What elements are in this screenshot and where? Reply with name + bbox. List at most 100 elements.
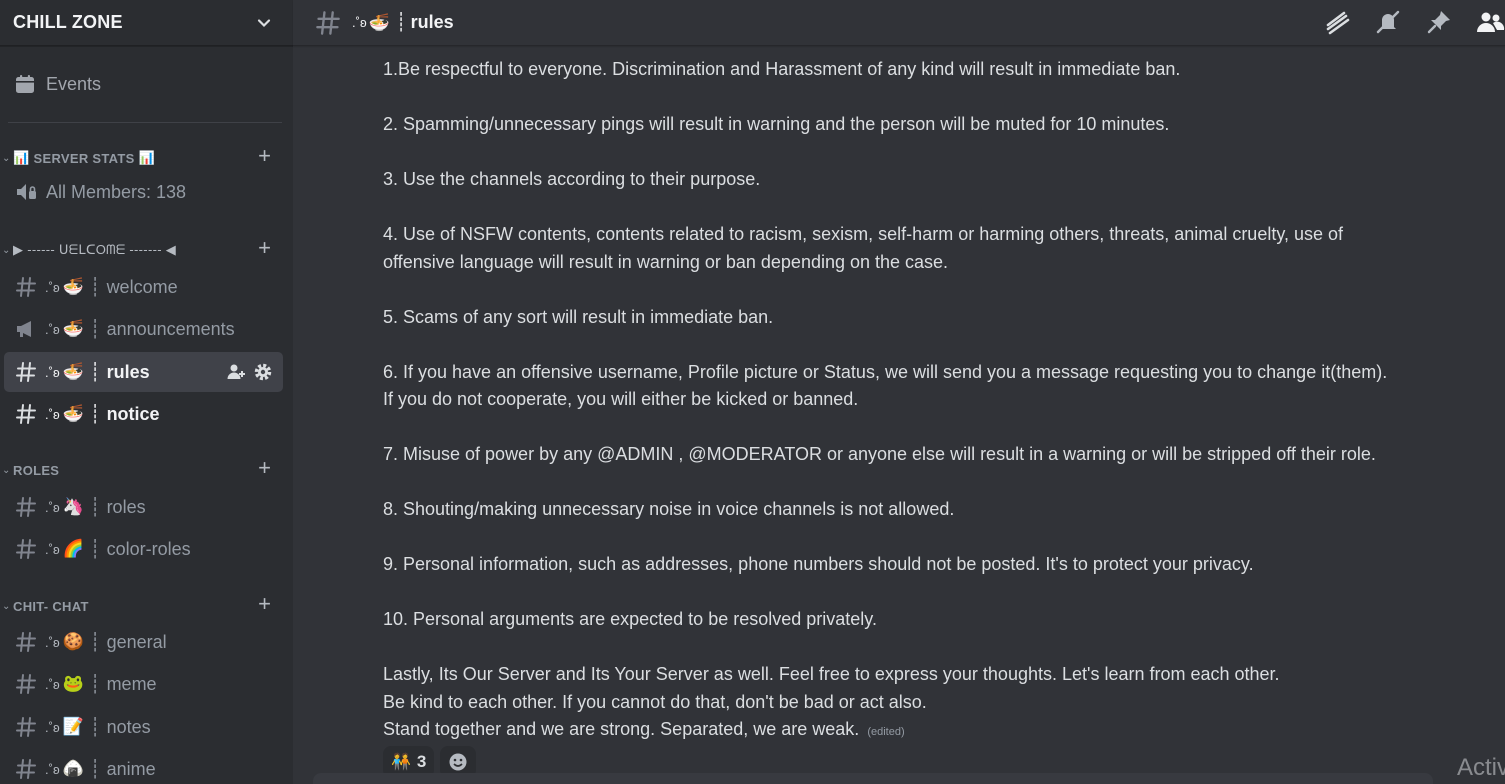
noodle-emoji-icon: 🍜 — [62, 319, 84, 338]
message-blank-line — [383, 469, 1483, 497]
add-channel-button[interactable]: + — [258, 457, 271, 479]
invite-user-icon[interactable] — [226, 362, 246, 382]
hashtag-icon — [16, 717, 36, 737]
category-welcome[interactable]: ⌄ ▶ ------ ᑌᗴᒪᑕOᗰᗴ ------- ◀ + — [0, 237, 283, 260]
noodle-emoji-icon: 🍜 — [368, 12, 390, 32]
bell-muted-icon[interactable] — [1373, 7, 1403, 37]
message-blank-line — [383, 139, 1483, 167]
speaker-locked-icon — [17, 184, 36, 200]
channel-separator: ┊ — [89, 361, 101, 382]
message-line: 2. Spamming/unnecessary pings will resul… — [383, 114, 1170, 134]
category-server-stats[interactable]: ⌄ 📊 SERVER STATS 📊 + — [0, 145, 283, 168]
channel-separator: ┊ — [89, 758, 101, 779]
server-name: CHILL ZONE — [13, 12, 123, 32]
hashtag-icon — [16, 362, 36, 382]
chevron-down-icon — [257, 18, 271, 27]
pin-icon[interactable] — [1424, 7, 1454, 37]
message-blank-line — [383, 276, 1483, 304]
channel-prefix: .˚ʚ — [45, 676, 60, 692]
activate-windows-watermark: Activ — [1457, 754, 1505, 781]
channel-separator: ┊ — [89, 276, 101, 297]
channel-name: rules — [106, 361, 150, 382]
message-blank-line — [383, 414, 1483, 442]
channel-prefix: .˚ʚ — [45, 761, 60, 777]
channel-roles[interactable]: .˚ʚ 🦄 ┊ roles — [4, 487, 283, 527]
message-line: 6. If you have an offensive username, Pr… — [383, 361, 1388, 382]
hashtag-icon — [16, 539, 36, 559]
message-blank-line — [383, 579, 1483, 607]
channel-notice[interactable]: .˚ʚ 🍜 ┊ notice — [4, 394, 283, 434]
unicorn-emoji-icon: 🦄 — [62, 497, 84, 516]
channel-name: welcome — [106, 276, 178, 297]
category-chit-chat[interactable]: ⌄ CHIT- CHAT + — [0, 593, 283, 616]
channel-name: announcements — [106, 318, 235, 339]
message-line: 3. Use the channels according to their p… — [383, 169, 761, 189]
channel-prefix: .˚ʚ — [45, 634, 60, 650]
events-link[interactable]: Events — [14, 73, 101, 95]
channel-general[interactable]: .˚ʚ 🍪 ┊ general — [4, 622, 283, 662]
server-header[interactable]: CHILL ZONE — [0, 0, 293, 46]
message-blank-line — [383, 84, 1483, 112]
chevron-down-icon: ⌄ — [2, 244, 11, 256]
message-blank-line — [383, 331, 1483, 359]
channel-prefix: .˚ʚ — [45, 279, 60, 295]
frog-emoji-icon: 🐸 — [62, 674, 84, 693]
smiley-icon — [449, 753, 467, 771]
hashtag-icon — [16, 497, 36, 517]
channel-prefix: .˚ʚ — [45, 406, 60, 422]
hashtag-icon — [316, 10, 340, 35]
channel-prefix: .˚ʚ — [45, 364, 60, 380]
rainbow-emoji-icon: 🌈 — [62, 539, 84, 558]
message-input[interactable] — [313, 773, 1433, 784]
channel-color-roles[interactable]: .˚ʚ 🌈 ┊ color-roles — [4, 529, 283, 569]
message-line: offensive language will result in warnin… — [383, 251, 949, 272]
reaction-count: 3 — [416, 752, 427, 771]
channel-name: notes — [106, 716, 151, 737]
channel-prefix: .˚ʚ — [45, 499, 60, 515]
category-roles[interactable]: ⌄ ROLES + — [0, 457, 283, 480]
category-label: ▶ ------ ᑌᗴᒪᑕOᗰᗴ ------- ◀ — [13, 242, 177, 257]
message-line: Be kind to each other. If you cannot do … — [383, 691, 927, 712]
gear-icon[interactable] — [253, 362, 273, 382]
channel-sidebar: CHILL ZONE Events ⌄ 📊 SERVER STATS 📊 + A… — [0, 0, 293, 784]
edited-label: (edited) — [867, 726, 905, 738]
header-separator: ┊ — [395, 12, 407, 32]
channel-anime[interactable]: .˚ʚ 🍙 ┊ anime — [4, 749, 283, 784]
channel-separator: ┊ — [89, 496, 101, 517]
hashtag-icon — [16, 759, 36, 779]
channel-welcome[interactable]: .˚ʚ 🍜 ┊ welcome — [4, 267, 283, 307]
hashtag-icon — [16, 277, 36, 297]
message-line: 4. Use of NSFW contents, contents relate… — [383, 224, 1344, 244]
message-line: If you do not cooperate, you will either… — [383, 389, 859, 409]
channel-notes[interactable]: .˚ʚ 📝 ┊ notes — [4, 707, 283, 747]
add-channel-button[interactable]: + — [258, 237, 271, 259]
channel-name: notice — [106, 403, 160, 424]
channel-meme[interactable]: .˚ʚ 🐸 ┊ meme — [4, 664, 283, 704]
calendar-icon — [16, 75, 34, 93]
message-blank-line — [383, 194, 1483, 222]
message-line: 1.Be respectful to everyone. Discriminat… — [383, 59, 1181, 79]
add-channel-button[interactable]: + — [258, 145, 271, 167]
message-line: 7. Misuse of power by any @ADMIN , @MODE… — [383, 444, 1376, 464]
channel-name: anime — [106, 758, 156, 779]
megaphone-icon — [17, 321, 31, 337]
message-line: 9. Personal information, such as address… — [383, 554, 1254, 574]
message-line: Stand together and we are strong. Separa… — [383, 719, 905, 739]
voice-stat-channel[interactable]: All Members: 138 — [14, 180, 186, 204]
message-content: 1.Be respectful to everyone. Discriminat… — [383, 56, 1483, 747]
channel-header: .˚ʚ 🍜 ┊ rules — [293, 0, 1505, 46]
cookie-emoji-icon: 🍪 — [62, 632, 84, 651]
channel-rules[interactable]: .˚ʚ 🍜 ┊ rules — [4, 352, 283, 392]
chart-emoji-icon: 📊 — [13, 150, 30, 165]
category-label: CHIT- CHAT — [13, 598, 89, 614]
message-line: Lastly, Its Our Server and Its Your Serv… — [383, 664, 1280, 684]
chevron-down-icon: ⌄ — [2, 600, 11, 612]
channel-announcements[interactable]: .˚ʚ 🍜 ┊ announcements — [4, 309, 283, 349]
add-channel-button[interactable]: + — [258, 593, 271, 615]
message-line: 8. Shouting/making unnecessary noise in … — [383, 499, 955, 519]
member-list-icon[interactable] — [1475, 7, 1505, 37]
threads-icon[interactable] — [1322, 7, 1352, 37]
channel-separator: ┊ — [89, 716, 101, 737]
message-line: 10. Personal arguments are expected to b… — [383, 609, 877, 629]
hashtag-icon — [16, 404, 36, 424]
